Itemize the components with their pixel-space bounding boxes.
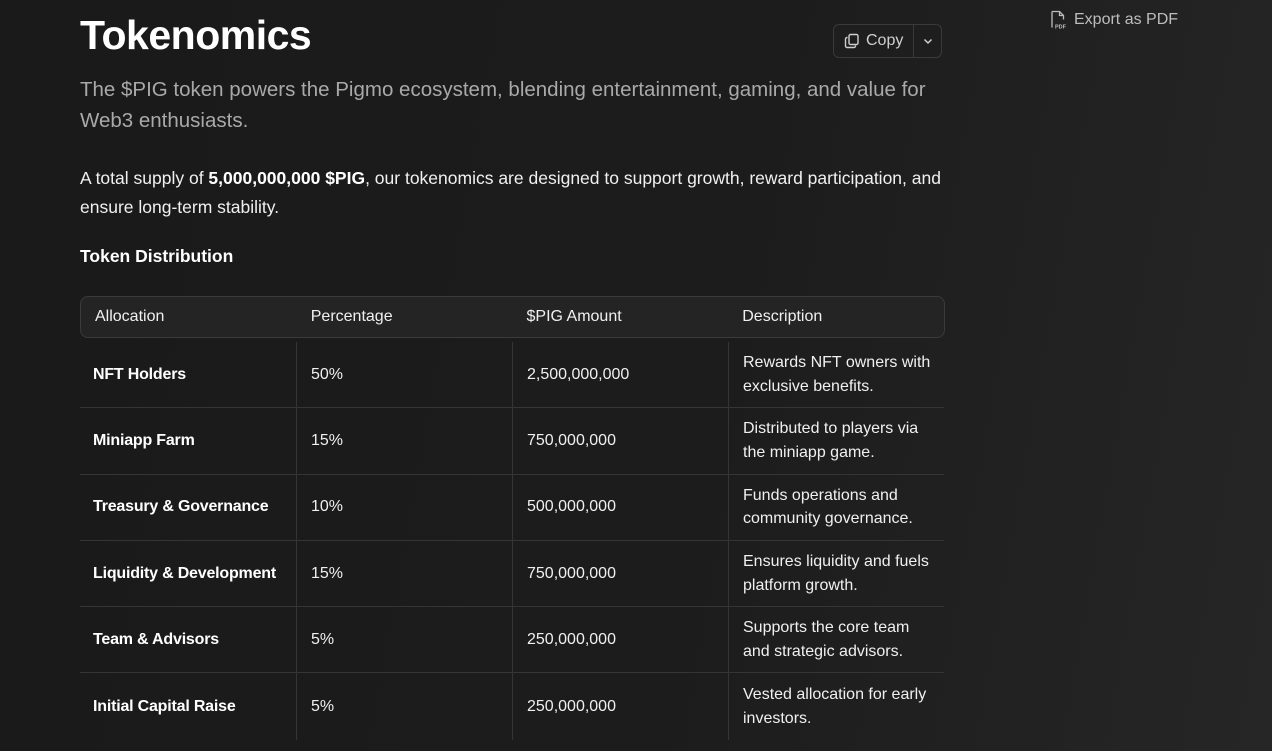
svg-text:PDF: PDF — [1055, 25, 1067, 31]
table-row: Liquidity & Development 15% 750,000,000 … — [80, 540, 944, 608]
column-header-percentage: Percentage — [310, 308, 393, 325]
percentage-cell: 50% — [296, 342, 512, 408]
chevron-down-icon — [922, 35, 934, 47]
amount-cell: 750,000,000 — [512, 540, 728, 607]
percentage-cell: 5% — [296, 607, 512, 673]
export-pdf-button[interactable]: PDF Export as PDF — [1049, 10, 1178, 30]
allocation-cell: Team & Advisors — [93, 630, 219, 648]
amount-cell: 250,000,000 — [512, 673, 728, 740]
intro-total-supply: 5,000,000,000 $PIG — [208, 168, 366, 188]
intro-paragraph: A total supply of 5,000,000,000 $PIG, ou… — [80, 164, 950, 222]
column-header-amount: $PIG Amount — [526, 308, 622, 325]
table-row: Initial Capital Raise 5% 250,000,000 Ves… — [80, 673, 944, 740]
allocation-cell: Initial Capital Raise — [93, 697, 236, 715]
amount-cell: 250,000,000 — [512, 607, 728, 673]
description-cell: Supports the core team and strategic adv… — [728, 607, 944, 673]
percentage-cell: 5% — [296, 673, 512, 740]
copy-button[interactable]: Copy — [834, 25, 915, 57]
table-row: Team & Advisors 5% 250,000,000 Supports … — [80, 607, 944, 674]
page-subtitle: The $PIG token powers the Pigmo ecosyste… — [80, 78, 926, 132]
intro-prefix: A total supply of — [80, 168, 209, 188]
tokenomics-page: Tokenomics Copy PDF Export as PDF The $P… — [0, 0, 1272, 751]
export-pdf-label: Export as PDF — [1074, 11, 1179, 28]
description-cell: Distributed to players via the miniapp g… — [728, 408, 944, 474]
distribution-table-body: NFT Holders 50% 2,500,000,000 Rewards NF… — [80, 342, 944, 740]
copy-options-button[interactable] — [914, 25, 941, 57]
amount-cell: 500,000,000 — [512, 474, 728, 540]
amount-cell: 2,500,000,000 — [512, 342, 728, 408]
column-header-allocation: Allocation — [95, 308, 165, 325]
page-title: Tokenomics — [80, 12, 312, 58]
table-row: NFT Holders 50% 2,500,000,000 Rewards NF… — [80, 342, 944, 409]
allocation-cell: Miniapp Farm — [93, 431, 195, 449]
description-cell: Ensures liquidity and fuels platform gro… — [728, 540, 944, 607]
section-heading: Token Distribution — [80, 246, 234, 266]
percentage-cell: 15% — [296, 408, 512, 474]
percentage-cell: 10% — [296, 474, 512, 540]
copy-icon — [844, 33, 860, 49]
allocation-cell: NFT Holders — [93, 365, 186, 383]
allocation-cell: Treasury & Governance — [93, 498, 269, 516]
copy-button-label: Copy — [866, 32, 904, 49]
table-row: Miniapp Farm 15% 750,000,000 Distributed… — [80, 408, 944, 475]
percentage-cell: 15% — [296, 540, 512, 607]
table-header: Allocation Percentage $PIG Amount Descri… — [80, 296, 945, 338]
copy-button-group: Copy — [833, 24, 943, 58]
description-cell: Rewards NFT owners with exclusive benefi… — [728, 342, 944, 408]
description-cell: Funds operations and community governanc… — [728, 474, 944, 540]
amount-cell: 750,000,000 — [512, 408, 728, 474]
table-row: Treasury & Governance 10% 500,000,000 Fu… — [80, 474, 944, 541]
pdf-file-icon: PDF — [1049, 10, 1067, 30]
description-cell: Vested allocation for early investors. — [728, 673, 944, 740]
column-header-description: Description — [742, 308, 823, 325]
allocation-cell: Liquidity & Development — [93, 564, 276, 582]
